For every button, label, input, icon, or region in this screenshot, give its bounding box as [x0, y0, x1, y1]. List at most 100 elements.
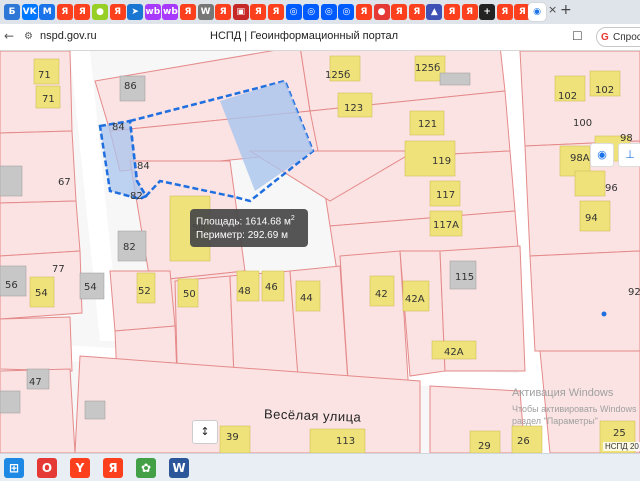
- activation-watermark-line2: Чтобы активировать Windows: [512, 404, 637, 414]
- locate-icon: ◉: [597, 148, 607, 161]
- back-arrow-icon[interactable]: ←: [4, 29, 14, 43]
- yandex-icon[interactable]: Я: [109, 4, 126, 20]
- parcel-number-label: 121: [418, 119, 437, 130]
- start-icon[interactable]: ⊞: [4, 458, 24, 478]
- ask-button[interactable]: G Спрос: [596, 27, 640, 47]
- avito-icon[interactable]: ●: [92, 4, 108, 20]
- parcel-number-label: 115: [455, 272, 474, 283]
- yandex-icon[interactable]: Я: [461, 4, 478, 20]
- perimeter-label: Периметр:: [196, 230, 245, 242]
- parcel-number-label: 102: [558, 91, 577, 102]
- pin-icon[interactable]: ●: [373, 4, 390, 20]
- activation-watermark-title: Активация Windows: [512, 387, 614, 399]
- photos-icon[interactable]: ✿: [136, 458, 156, 478]
- ruler-icon: ⊥: [625, 148, 635, 161]
- measurement-tooltip: Площадь: 1614.68 м2 Периметр: 292.69 м: [190, 209, 308, 247]
- parcel-number-label: 123: [344, 103, 363, 114]
- scale-select[interactable]: ↕: [192, 420, 218, 444]
- site-info-icon[interactable]: ⚙: [24, 31, 33, 42]
- mail-icon[interactable]: M: [39, 4, 56, 20]
- bookmark-icon[interactable]: ☐: [572, 29, 583, 43]
- ozon-icon[interactable]: ◎: [303, 4, 320, 20]
- parcel-number-label: 77: [52, 264, 65, 275]
- parcel-number-label: 84: [112, 122, 125, 133]
- area-unit-sup: 2: [290, 215, 295, 222]
- parcel-number-label: 71: [38, 70, 51, 81]
- wb-icon[interactable]: wb: [162, 4, 179, 20]
- yandex-icon[interactable]: Я: [391, 4, 408, 20]
- parcel-number-label: 96: [605, 183, 618, 194]
- yandex-icon[interactable]: Я: [56, 4, 73, 20]
- page-title: НСПД | Геоинформационный портал: [210, 30, 399, 42]
- parcel-number-label: 39: [226, 432, 239, 443]
- perimeter-value: 292.69 м: [247, 230, 288, 242]
- parcel-number-label: 92: [628, 287, 640, 298]
- taskbar: ⊞ O Y Я ✿ W: [0, 453, 640, 481]
- yandex-icon[interactable]: Я: [103, 458, 123, 478]
- parcel-number-label: 125б: [325, 70, 350, 81]
- url-text[interactable]: nspd.gov.ru: [40, 30, 97, 42]
- yandex-icon[interactable]: Я: [444, 4, 460, 20]
- wb-icon[interactable]: wb: [144, 4, 161, 20]
- parcel-number-label: 42: [375, 289, 388, 300]
- area-value: 1614.68 м: [245, 216, 291, 228]
- send-icon[interactable]: ➤: [127, 4, 144, 20]
- address-bar: ← ⚙ nspd.gov.ru НСПД | Геоинформационный…: [0, 24, 640, 51]
- yandex-icon[interactable]: Я: [180, 4, 196, 20]
- locate-button[interactable]: ◉: [590, 143, 614, 167]
- parcel-number-label: 44: [300, 293, 313, 304]
- parcel-number-label: 86: [124, 81, 137, 92]
- parcel-number-label: 100: [573, 118, 592, 129]
- parcel-number-label: 119: [432, 156, 451, 167]
- bookmark-icon[interactable]: ▣: [232, 4, 249, 20]
- parcel-number-label: 42А: [405, 294, 425, 305]
- yandex-icon[interactable]: Я: [408, 4, 425, 20]
- cadastral-map[interactable]: 71 71 86 125б 125б 123 102 102 121 100 98 84 84 119 98…: [0, 51, 640, 453]
- yandex-icon[interactable]: Я: [215, 4, 232, 20]
- ask-button-label: Спрос: [613, 32, 640, 43]
- active-tab-icon[interactable]: ◉: [528, 3, 546, 21]
- parcel-number-label: 98А: [570, 153, 590, 164]
- parcel-number-label: 54: [84, 282, 97, 293]
- yandex-browser-icon[interactable]: Y: [70, 458, 90, 478]
- map-copyright: НСПД 20: [603, 442, 640, 451]
- area-row: Площадь: 1614.68 м2: [196, 212, 302, 229]
- ozon-icon[interactable]: ◎: [285, 4, 302, 20]
- parcel-number-label: 52: [138, 286, 151, 297]
- person-icon[interactable]: ▲: [426, 4, 443, 20]
- opera-icon[interactable]: O: [37, 458, 57, 478]
- yandex-icon[interactable]: Я: [356, 4, 372, 20]
- parcel-number-label: 82: [130, 191, 143, 202]
- parcel-number-label: 67: [58, 177, 71, 188]
- yandex-icon[interactable]: Я: [268, 4, 284, 20]
- parcel-number-label: 117: [436, 190, 455, 201]
- google-icon: G: [601, 32, 609, 43]
- yandex-icon[interactable]: Я: [74, 4, 91, 20]
- ruler-button[interactable]: ⊥: [618, 143, 640, 167]
- parcel-number-label: 46: [265, 282, 278, 293]
- parcel-number-label: 102: [595, 85, 614, 96]
- plus-icon[interactable]: +: [479, 4, 496, 20]
- vk-icon[interactable]: VK: [21, 4, 38, 20]
- ozon-icon[interactable]: ◎: [338, 4, 355, 20]
- parcel-number-label: 48: [238, 286, 251, 297]
- activation-watermark-line3: раздел "Параметры": [512, 416, 598, 426]
- new-tab-button[interactable]: +: [560, 2, 572, 18]
- parcel-number-label: 25: [613, 428, 626, 439]
- word-icon[interactable]: W: [169, 458, 189, 478]
- mail-icon[interactable]: Б: [4, 4, 20, 20]
- parcel-number-label: 113: [336, 436, 355, 447]
- parcel-number-label: 26: [517, 436, 530, 447]
- yandex-icon[interactable]: Я: [496, 4, 513, 20]
- parcel-number-label: 94: [585, 213, 598, 224]
- parcel-number-label: 42А: [444, 347, 464, 358]
- parcel-number-label: 84: [137, 161, 150, 172]
- parcel-number-label: 71: [42, 94, 55, 105]
- ozon-icon[interactable]: ◎: [320, 4, 337, 20]
- parcel-number-label: 117А: [433, 220, 459, 231]
- parcel-number-label: 29: [478, 441, 491, 452]
- browser-tab-strip: Б VK M Я Я ● Я ➤ wb wb Я W Я ▣ Я Я ◎ ◎ ◎ ◎ Я ● Я Я ▲ Я Я + Я Я ◉ × +: [0, 0, 640, 24]
- yandex-icon[interactable]: Я: [250, 4, 267, 20]
- close-tab-icon[interactable]: ×: [548, 3, 557, 16]
- wikipedia-icon[interactable]: W: [197, 4, 214, 20]
